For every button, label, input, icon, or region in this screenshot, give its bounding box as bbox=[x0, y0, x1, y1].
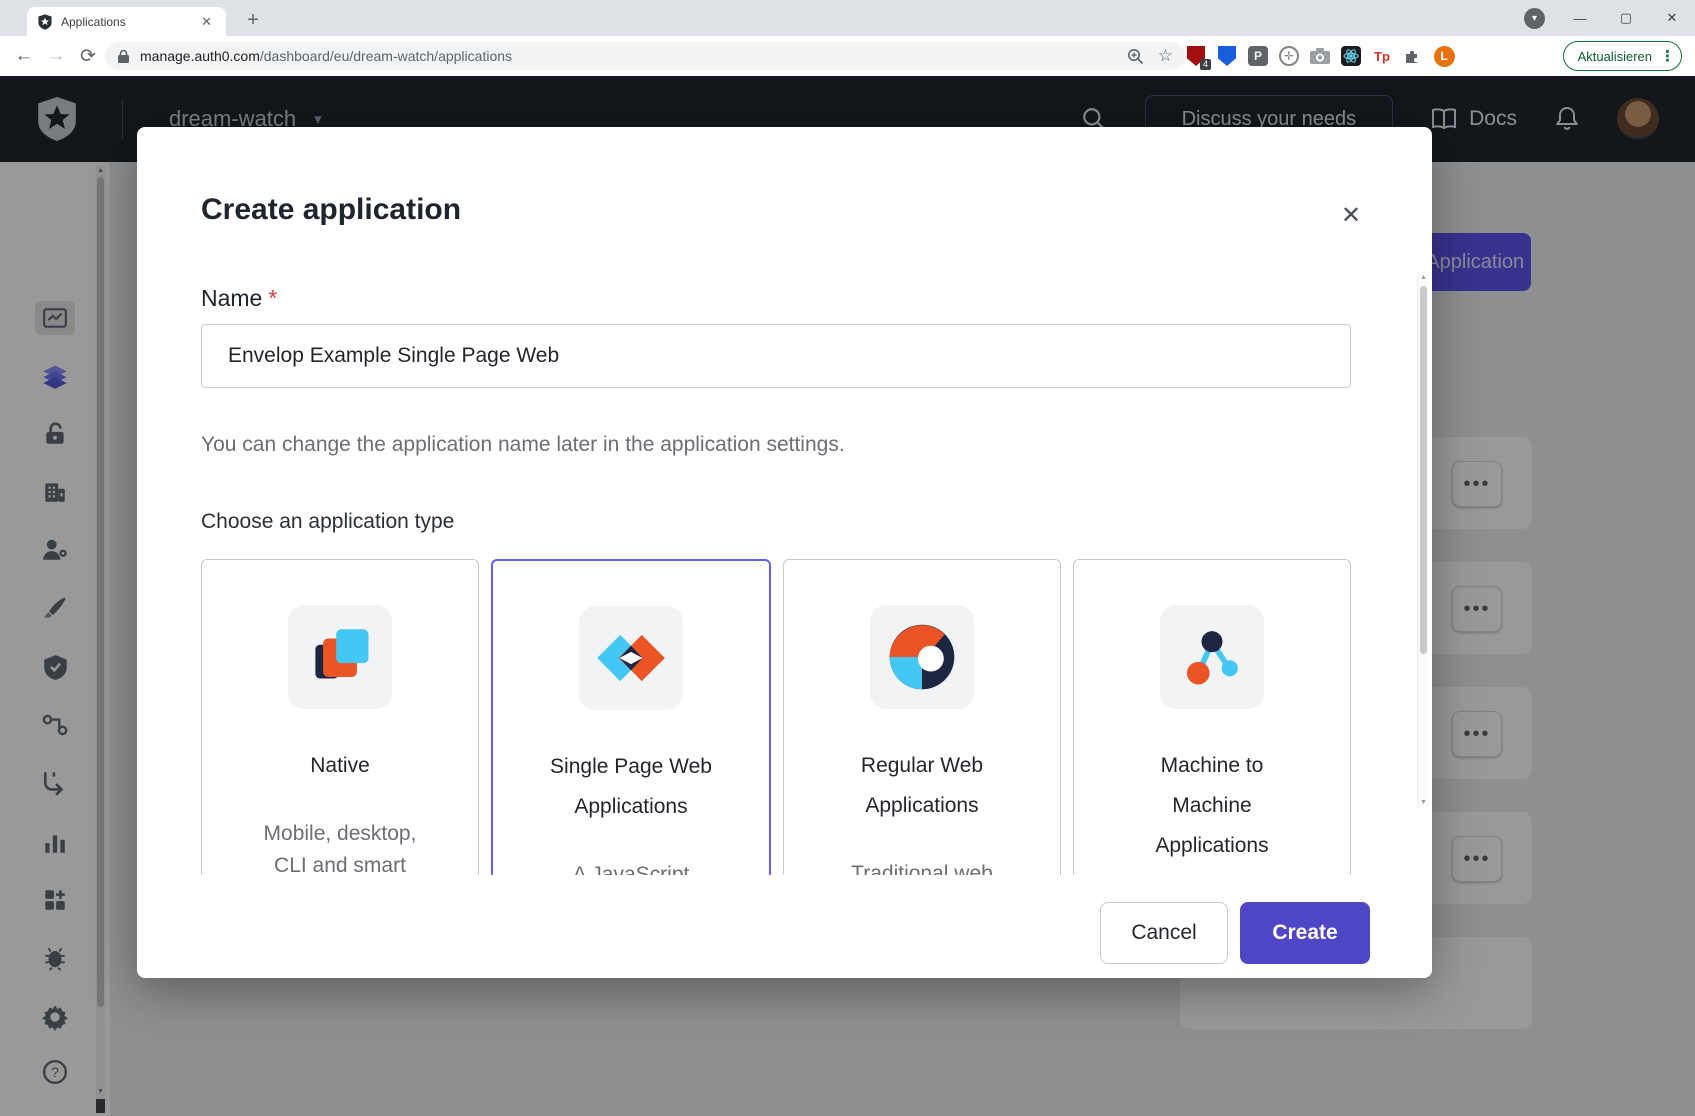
browser-tab[interactable]: Applications ✕ bbox=[27, 7, 226, 36]
modal-scroll-up-icon[interactable]: ▲ bbox=[1418, 274, 1429, 281]
extensions-puzzle-icon[interactable] bbox=[1402, 45, 1424, 67]
tampermonkey-extension-icon[interactable]: Tp bbox=[1371, 45, 1393, 67]
ublock-badge: 4 bbox=[1200, 59, 1211, 70]
card-title: Machine to Machine Applications bbox=[1121, 746, 1303, 866]
app-type-card-regular-web[interactable]: Regular Web Applications Traditional web bbox=[783, 559, 1061, 875]
name-label: Name* bbox=[201, 285, 277, 312]
tab-title: Applications bbox=[61, 15, 197, 29]
window-close-button[interactable]: ✕ bbox=[1649, 0, 1695, 36]
name-helper-text: You can change the application name late… bbox=[201, 433, 845, 457]
card-description: Mobile, desktop, CLI and smart bbox=[249, 818, 431, 875]
create-button[interactable]: Create bbox=[1240, 902, 1370, 964]
bookmark-star-icon[interactable]: ☆ bbox=[1158, 46, 1173, 66]
browser-toolbar: ← → ⟳ manage.auth0.com/dashboard/eu/drea… bbox=[0, 36, 1695, 76]
recorder-extension-icon[interactable]: ✛ bbox=[1278, 45, 1300, 67]
react-devtools-extension-icon[interactable] bbox=[1340, 45, 1362, 67]
url-bar[interactable]: manage.auth0.com/dashboard/eu/dream-watc… bbox=[105, 42, 1185, 70]
native-app-icon bbox=[288, 605, 392, 709]
modal-scrollbar-thumb[interactable] bbox=[1420, 286, 1427, 654]
regular-web-app-icon bbox=[870, 605, 974, 709]
back-icon[interactable]: ← bbox=[8, 45, 40, 67]
application-name-input[interactable] bbox=[201, 324, 1351, 388]
p-extension-icon[interactable]: P bbox=[1247, 45, 1269, 67]
single-page-app-icon bbox=[579, 606, 683, 710]
required-asterisk: * bbox=[268, 285, 277, 311]
url-path: /dashboard/eu/dream-watch/applications bbox=[260, 48, 512, 64]
card-description: Traditional web bbox=[831, 858, 1013, 875]
ublock-extension-icon[interactable]: 4 bbox=[1185, 45, 1207, 67]
zoom-icon[interactable] bbox=[1127, 48, 1144, 65]
chrome-update-button[interactable]: Aktualisieren ⋮ bbox=[1563, 41, 1682, 71]
tab-close-icon[interactable]: ✕ bbox=[197, 14, 216, 30]
modal-scrollbar[interactable]: ▲ ▼ bbox=[1417, 272, 1428, 808]
cancel-button[interactable]: Cancel bbox=[1100, 902, 1228, 964]
create-application-modal: Create application ✕ Name* You can chang… bbox=[137, 127, 1432, 978]
padlock-icon bbox=[117, 49, 130, 64]
app-type-card-native[interactable]: Native Mobile, desktop, CLI and smart bbox=[201, 559, 479, 875]
forward-icon[interactable]: → bbox=[40, 45, 72, 67]
url-host: manage.auth0.com bbox=[140, 48, 260, 64]
card-title: Single Page Web Applications bbox=[540, 747, 722, 827]
auth0-favicon bbox=[37, 14, 53, 30]
application-type-list: Native Mobile, desktop, CLI and smart Si… bbox=[201, 559, 1351, 875]
modal-title: Create application bbox=[201, 193, 461, 227]
app-type-card-single-page[interactable]: Single Page Web Applications A JavaScrip… bbox=[491, 559, 771, 875]
app-type-card-machine-to-machine[interactable]: Machine to Machine Applications bbox=[1073, 559, 1351, 875]
close-icon[interactable]: ✕ bbox=[1333, 197, 1369, 233]
window-minimize-button[interactable]: — bbox=[1557, 0, 1603, 36]
new-tab-button[interactable]: + bbox=[240, 8, 266, 34]
machine-to-machine-icon bbox=[1160, 605, 1264, 709]
reload-icon[interactable]: ⟳ bbox=[72, 45, 104, 68]
browser-profile-avatar[interactable]: L bbox=[1433, 45, 1455, 67]
modal-scroll-down-icon[interactable]: ▼ bbox=[1418, 799, 1429, 806]
card-description: A JavaScript bbox=[540, 859, 722, 875]
choose-type-label: Choose an application type bbox=[201, 510, 454, 534]
window-maximize-button[interactable]: ▢ bbox=[1603, 0, 1649, 36]
browser-menu-icon[interactable]: ⋮ bbox=[1660, 47, 1675, 65]
browser-tab-strip: Applications ✕ + ▾ — ▢ ✕ bbox=[0, 0, 1695, 36]
card-title: Regular Web Applications bbox=[831, 746, 1013, 826]
card-title: Native bbox=[249, 746, 431, 786]
bitwarden-extension-icon[interactable] bbox=[1216, 45, 1238, 67]
camera-extension-icon[interactable] bbox=[1309, 45, 1331, 67]
chrome-profile-chevron-icon[interactable]: ▾ bbox=[1524, 8, 1545, 29]
